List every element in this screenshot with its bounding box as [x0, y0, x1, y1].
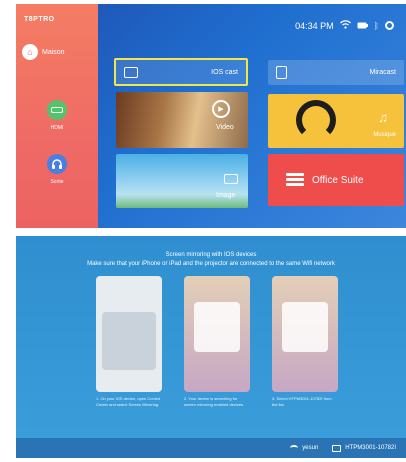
wifi-icon [290, 445, 299, 451]
tile-label: Image [216, 192, 236, 199]
home-label: Maison [42, 48, 65, 56]
tile-miracast[interactable]: Miracast [268, 60, 404, 85]
screen-mirroring-image [184, 276, 250, 392]
airplay-icon [124, 66, 138, 78]
device-select-image [272, 276, 338, 392]
cast-footer: yesun HTPM3001-10782I [16, 438, 406, 458]
device-status: HTPM3001-10782I [332, 444, 396, 452]
step-panel-2: 2. Your device is searching for screen m… [184, 276, 250, 426]
tile-office-suite[interactable]: Office Suite [268, 154, 404, 206]
gear-icon[interactable] [385, 21, 394, 30]
control-center-image [96, 276, 162, 392]
home-button[interactable]: ⌂ Maison [22, 44, 65, 60]
home-icon: ⌂ [22, 44, 38, 60]
music-note-icon: ♫ [378, 110, 388, 125]
status-bar: 04:34 PM ᛒ [295, 20, 394, 31]
wifi-status: yesun [290, 445, 318, 451]
sidebar-item-label: HDMI [50, 125, 64, 131]
clock: 04:34 PM [295, 20, 334, 31]
tile-label: Musique [373, 132, 396, 138]
step-text: 2. Your device is searching for screen m… [184, 396, 245, 407]
list-icon [286, 173, 304, 187]
battery-icon [357, 21, 368, 31]
headphones-image [296, 100, 336, 140]
wifi-icon [339, 20, 351, 31]
sidebar-item-hdmi[interactable]: HDMI [36, 100, 78, 131]
ios-cast-screen: Screen mirroring with IOS devices Make s… [16, 236, 406, 458]
cast-title: Screen mirroring with IOS devices [165, 252, 257, 258]
home-screen: T8PTRO ⌂ Maison HDMI Sortie 04:34 PM ᛒ I… [16, 4, 406, 228]
tile-video[interactable]: ▶ Video [116, 92, 248, 148]
tile-label: Office Suite [312, 174, 364, 186]
tv-icon [332, 444, 342, 452]
tile-ios-cast[interactable]: IOS cast [114, 58, 248, 86]
step-text: 3. Select HTPM3001-10782I from the list. [272, 396, 332, 407]
sidebar-item-label: Sortie [50, 179, 64, 185]
bluetooth-icon: ᛒ [373, 20, 379, 31]
tile-music[interactable]: ♫ Musique [268, 94, 404, 148]
play-icon: ▶ [212, 100, 230, 118]
hdmi-icon [47, 100, 67, 120]
tile-image[interactable]: Image [116, 154, 248, 208]
miracast-icon [276, 66, 287, 79]
step-panel-3: 3. Select HTPM3001-10782I from the list. [272, 276, 338, 426]
camera-icon [224, 174, 238, 184]
step-panel-1: 1. On your iOS device, open Control Cent… [96, 276, 162, 426]
step-text: 1. On your iOS device, open Control Cent… [96, 396, 161, 407]
wifi-name: yesun [302, 445, 319, 451]
tile-label: Miracast [369, 69, 396, 76]
cast-subtitle: Make sure that your iPhone or iPad and t… [87, 261, 335, 267]
headset-icon [47, 154, 67, 174]
tile-label: IOS cast [211, 68, 238, 76]
sidebar-item-sortie[interactable]: Sortie [36, 154, 78, 185]
brand-logo: T8PTRO [24, 16, 55, 23]
tile-label: Video [216, 124, 234, 131]
device-name: HTPM3001-10782I [345, 445, 396, 451]
sidebar: T8PTRO ⌂ Maison HDMI Sortie [16, 4, 98, 228]
